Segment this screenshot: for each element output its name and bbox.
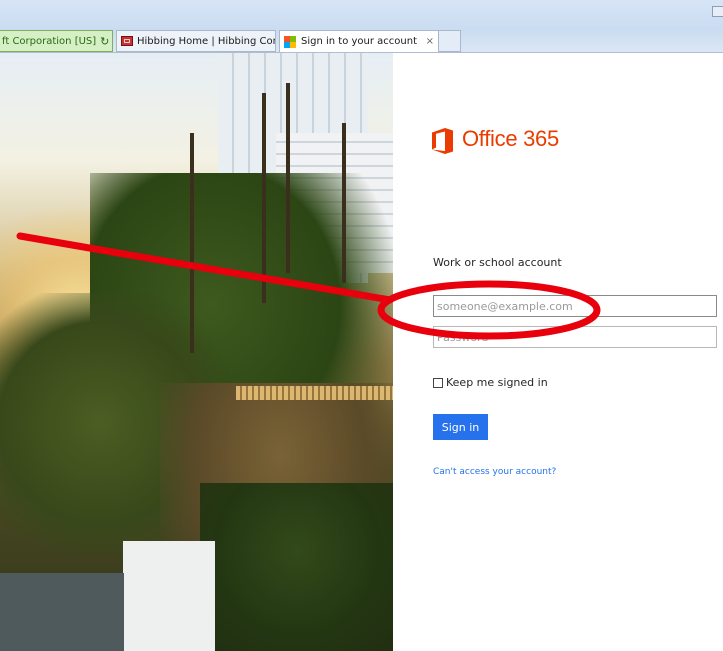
hero-image	[0, 53, 393, 651]
microsoft-favicon-icon	[284, 35, 296, 48]
keep-signed-in-checkbox[interactable]	[433, 377, 443, 388]
reload-icon[interactable]: ↻	[100, 35, 109, 48]
office-365-brand: Office 365	[462, 126, 559, 151]
hibbing-favicon-icon	[121, 36, 133, 46]
tab-close-icon[interactable]: ×	[418, 36, 434, 47]
password-input[interactable]	[433, 326, 717, 348]
account-type-label: Work or school account	[433, 256, 562, 269]
email-input[interactable]	[433, 295, 717, 317]
tab-hibbing-home[interactable]: Hibbing Home | Hibbing Com...	[116, 30, 276, 52]
keep-signed-in-label: Keep me signed in	[446, 376, 548, 389]
tab-microsoft-corporation[interactable]: ft Corporation [US] ↻	[0, 30, 113, 52]
office-logo-icon	[432, 128, 453, 154]
sign-in-button[interactable]: Sign in	[433, 414, 488, 440]
window-control-button[interactable]	[712, 6, 723, 17]
tab-sign-in[interactable]: Sign in to your account ×	[279, 30, 439, 52]
tab-label: Hibbing Home | Hibbing Com...	[137, 35, 275, 47]
tab-label: Sign in to your account	[301, 36, 418, 47]
browser-tab-strip: ft Corporation [US] ↻ Hibbing Home | Hib…	[0, 0, 723, 53]
new-tab-button[interactable]	[439, 30, 461, 52]
keep-signed-in-option[interactable]: Keep me signed in	[433, 376, 548, 389]
cant-access-account-link[interactable]: Can't access your account?	[433, 467, 556, 477]
tab-label: ft Corporation [US]	[2, 35, 97, 47]
